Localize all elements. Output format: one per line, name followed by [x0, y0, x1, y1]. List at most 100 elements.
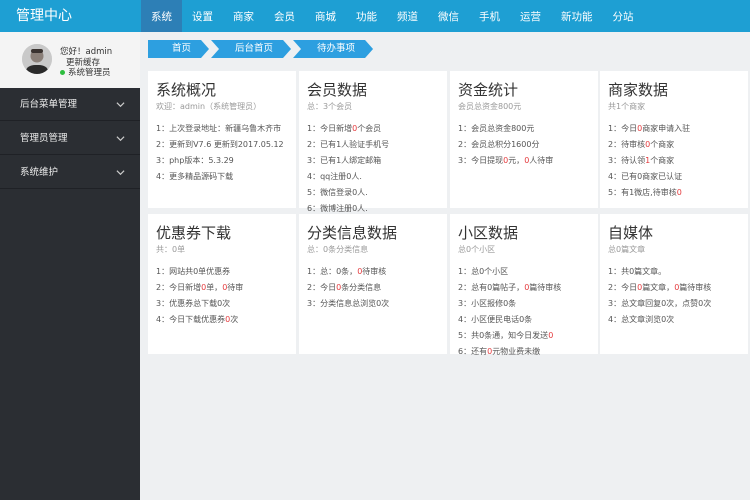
card-line: 2：会员总积分1600分 [458, 137, 553, 153]
card-line: 4：小区便民电话0条 [458, 312, 561, 328]
nav-item-operations[interactable]: 运营 [510, 0, 551, 32]
nav-item-mobile[interactable]: 手机 [469, 0, 510, 32]
card-title: 分类信息数据 [307, 224, 398, 242]
nav-item-wechat[interactable]: 微信 [428, 0, 469, 32]
line-text: 3：今日提现 [458, 156, 504, 165]
user-greeting: 您好！admin [60, 47, 113, 57]
line-text: 4：qq注册0人. [307, 172, 362, 181]
nav-item-new-features[interactable]: 新功能 [551, 0, 603, 32]
line-text: 1：会员总资金800元 [458, 124, 535, 133]
card-lines: 1：上次登录地址：新疆乌鲁木齐市 2：更新到V7.6 更新到2017.05.12 3… [156, 121, 284, 185]
card-line: 4：更多精品源码下载 [156, 169, 284, 185]
sidebar-item-admin-management[interactable]: 管理员管理 [0, 122, 140, 155]
card-lines: 1：今日0商家申请入驻 2：待审核0个商家 3：待认领1个商家 4：已有0商家已认证 5… [608, 121, 690, 201]
card-line: 3：优惠券总下载0次 [156, 296, 243, 312]
card-line: 3：小区报修0条 [458, 296, 561, 312]
line-text: 6：微博注册0人. [307, 204, 368, 213]
line-text: 5：共0条通，知今日发送 [458, 331, 549, 340]
nav-item-settings[interactable]: 设置 [182, 0, 223, 32]
chevron-down-icon [116, 102, 125, 108]
line-text: 2：已有1人验证手机号 [307, 140, 390, 149]
card-classified-data: 分类信息数据 总：0条分类信息 1：总：0条，0待审核 2：今日0条分类信息 3：分… [299, 214, 447, 354]
card-line: 3：待认领1个商家 [608, 153, 690, 169]
user-role: 系统管理员 [60, 68, 112, 79]
chevron-down-icon [116, 136, 125, 142]
line-text: 3：待认领 [608, 156, 646, 165]
card-line: 4：总文章浏览0次 [608, 312, 711, 328]
nav-item-merchants[interactable]: 商家 [223, 0, 264, 32]
card-line: 2：待审核0个商家 [608, 137, 690, 153]
card-subtitle: 共：0单 [156, 245, 186, 254]
line-text: 个商家 [650, 140, 675, 149]
line-text: 人待审 [529, 156, 554, 165]
line-text: 3：已有1人绑定邮箱 [307, 156, 382, 165]
card-lines: 1：共0篇文章。 2：今日0篇文章，0篇待审核 3：总文章回复0次，点赞0次 4：总文… [608, 264, 711, 328]
card-line: 5：共0条通，知今日发送0 [458, 328, 561, 344]
line-text: 3：分类信息总浏览0次 [307, 299, 390, 308]
breadcrumb-admin-home[interactable]: 后台首页 [211, 40, 291, 58]
card-lines: 1：总0个小区 2：总有0篇帖子，0篇待审核 3：小区报修0条 4：小区便民电话0条 5… [458, 264, 561, 360]
card-line: 2：今日新增0单，0待审 [156, 280, 243, 296]
card-line: 1：网站共0单优惠券 [156, 264, 243, 280]
line-text: 个商家 [650, 156, 675, 165]
sidebar-item-menu-management[interactable]: 后台菜单管理 [0, 88, 140, 121]
line-text: 条分类信息 [341, 283, 382, 292]
user-role-label: 系统管理员 [68, 68, 111, 78]
nav-item-mall[interactable]: 商城 [305, 0, 346, 32]
refresh-cache-link[interactable]: 更新缓存 [60, 58, 112, 69]
card-line: 2：已有1人验证手机号 [307, 137, 389, 153]
card-title: 商家数据 [608, 81, 669, 99]
line-text: 次 [230, 315, 239, 324]
card-coupon-downloads: 优惠券下载 共：0单 1：网站共0单优惠券 2：今日新增0单，0待审 3：优惠券总下… [148, 214, 296, 354]
card-line: 3：分类信息总浏览0次 [307, 296, 389, 312]
card-title: 系统概况 [156, 81, 217, 99]
line-text: 篇待审核 [679, 283, 712, 292]
main-content: 首页 后台首页 待办事项 系统概况 欢迎：admin（系统管理员） 1：上次登录… [140, 32, 750, 500]
card-line: 5：有1微店,待审核0 [608, 185, 690, 201]
avatar [22, 44, 52, 74]
sidebar-item-system-maintenance[interactable]: 系统维护 [0, 156, 140, 189]
line-text: 1：今日 [608, 124, 638, 133]
card-line: 1：总0个小区 [458, 264, 561, 280]
highlight-count: 0 [548, 331, 554, 340]
line-text: 3：优惠券总下载0次 [156, 299, 231, 308]
card-line: 2：今日0篇文章，0篇待审核 [608, 280, 711, 296]
line-text: 单， [206, 283, 223, 292]
line-text: 元物业费未缴 [492, 347, 541, 356]
card-title: 自媒体 [608, 224, 654, 242]
card-member-data: 会员数据 总：3个会员 1：今日新增0个会员 2：已有1人验证手机号 3：已有1人绑… [299, 71, 447, 213]
card-subtitle: 总0个小区 [458, 245, 496, 254]
top-nav: 系统 设置 商家 会员 商城 功能 频道 微信 手机 运营 新功能 分站 [141, 0, 644, 32]
card-title: 优惠券下载 [156, 224, 232, 242]
breadcrumb-todo[interactable]: 待办事项 [293, 40, 373, 58]
card-lines: 1：会员总资金800元 2：会员总积分1600分 3：今日提现0元，0人待审 [458, 121, 553, 169]
nav-item-features[interactable]: 功能 [346, 0, 387, 32]
card-line: 4：今日下载优惠券0次 [156, 312, 243, 328]
card-line: 5：微信登录0人. [307, 185, 389, 201]
line-text: 2：今日 [307, 283, 337, 292]
card-line: 3：今日提现0元，0人待审 [458, 153, 553, 169]
card-title: 资金统计 [458, 81, 519, 99]
line-text: 4：小区便民电话0条 [458, 315, 533, 324]
line-text: 个会员 [357, 124, 382, 133]
line-text: 2：会员总积分1600分 [458, 140, 540, 149]
line-text: 2：今日新增 [156, 283, 202, 292]
line-text: 1：总：0条， [307, 267, 358, 276]
line-text: 1：网站共0单优惠券 [156, 267, 231, 276]
online-status-icon [60, 70, 65, 75]
nav-item-members[interactable]: 会员 [264, 0, 305, 32]
sidebar-item-label: 后台菜单管理 [20, 99, 78, 110]
line-text: 2：待审核 [608, 140, 646, 149]
nav-item-substations[interactable]: 分站 [603, 0, 644, 32]
card-lines: 1：总：0条，0待审核 2：今日0条分类信息 3：分类信息总浏览0次 [307, 264, 389, 312]
card-lines: 1：今日新增0个会员 2：已有1人验证手机号 3：已有1人绑定邮箱 4：qq注册0人.… [307, 121, 389, 217]
card-subtitle: 总：0条分类信息 [307, 245, 369, 254]
line-text: 4：更多精品源码下载 [156, 172, 234, 181]
line-text: 篇文章， [642, 283, 675, 292]
nav-item-channels[interactable]: 频道 [387, 0, 428, 32]
breadcrumb-home[interactable]: 首页 [148, 40, 209, 58]
nav-item-system[interactable]: 系统 [141, 0, 182, 32]
card-subtitle: 会员总资金800元 [458, 102, 522, 111]
card-subtitle: 欢迎：admin（系统管理员） [156, 102, 262, 111]
line-text: 篇待审核 [529, 283, 562, 292]
